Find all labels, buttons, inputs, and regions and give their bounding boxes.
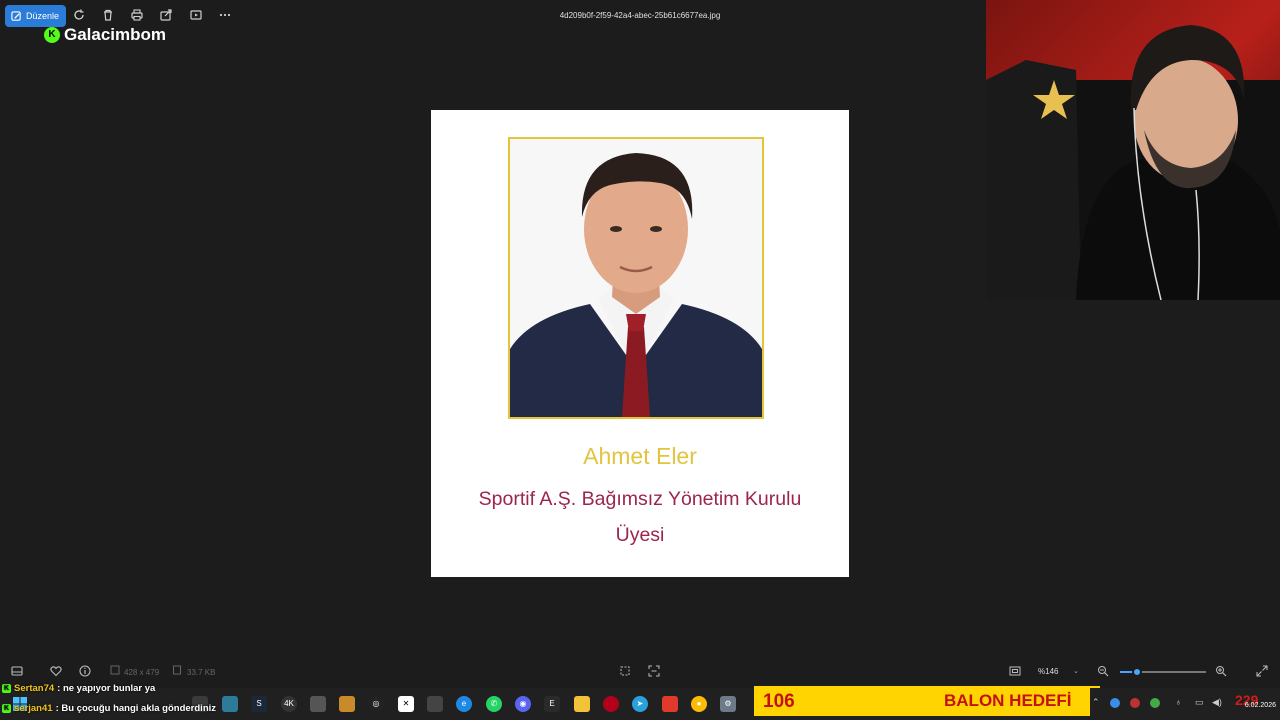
person-name: Ahmet Eler: [583, 443, 697, 469]
edit-button[interactable]: Düzenle: [5, 5, 67, 27]
tray-clock[interactable]: 6.02.2026: [1245, 693, 1276, 709]
zoom-level-value: %146: [1038, 667, 1059, 676]
zoom-slider-thumb[interactable]: [1132, 667, 1143, 677]
person-title: Sportif A.Ş. Bağımsız Yönetim Kurulu Üye…: [441, 481, 839, 553]
tray-time: [1245, 693, 1276, 702]
slideshow-icon[interactable]: [188, 8, 204, 24]
zoom-out-icon[interactable]: [1096, 665, 1110, 679]
edit-button-label: Düzenle: [26, 11, 60, 21]
system-tray: ⌃ ♁ ▭ ◀) 229 6.02.2026: [1090, 688, 1280, 720]
zoom-level-select[interactable]: %146 ⌄: [1033, 664, 1083, 680]
kick-badge-icon: K: [2, 684, 11, 693]
share-icon[interactable]: [158, 8, 174, 24]
person-title-line1: Sportif A.Ş. Bağımsız Yönetim Kurulu: [478, 488, 802, 510]
file-explorer-icon[interactable]: [574, 696, 590, 712]
zoom-in-icon[interactable]: [1214, 665, 1228, 679]
kick-logo-icon: K: [44, 27, 60, 43]
chevron-down-icon: ⌄: [1073, 668, 1079, 675]
capcut-icon[interactable]: ✕: [398, 696, 414, 712]
chrome-icon[interactable]: ●: [691, 696, 707, 712]
edit-icon: [11, 10, 21, 21]
taskbar-app-icon[interactable]: [310, 696, 326, 712]
kick-badge-icon: K: [2, 704, 11, 713]
more-icon[interactable]: [217, 8, 233, 24]
fit-to-window-icon[interactable]: [1008, 665, 1022, 679]
image-card: Ahmet Eler Sportif A.Ş. Bağımsız Yönetim…: [431, 110, 849, 577]
person-title-line2: Üyesi: [615, 524, 665, 546]
file-size: 33.7 KB: [187, 668, 216, 677]
volume-icon[interactable]: ◀): [1212, 697, 1222, 708]
delete-icon[interactable]: [100, 8, 116, 24]
chat-username: Sertan74: [14, 683, 55, 694]
filmstrip-icon[interactable]: [10, 665, 24, 679]
taskbar-app-icon[interactable]: [603, 696, 619, 712]
favorite-heart-icon[interactable]: [49, 665, 63, 679]
balloon-goal-banner: 106 BALON HEDEFİ: [754, 686, 1100, 716]
print-icon[interactable]: [129, 8, 145, 24]
crop-icon[interactable]: [618, 665, 632, 679]
dimensions-icon: [108, 665, 122, 679]
chat-username: serjan41: [14, 703, 53, 714]
whatsapp-icon[interactable]: ✆: [486, 696, 502, 712]
photos-icon[interactable]: [339, 696, 355, 712]
tray-date: 6.02.2026: [1244, 702, 1276, 709]
text-scan-icon[interactable]: [647, 665, 661, 679]
image-dimensions: 428 x 479: [124, 668, 160, 677]
discord-icon[interactable]: ◉: [515, 696, 531, 712]
rotate-icon[interactable]: [71, 8, 87, 24]
chat-text: : Bu çocuğu hangi akla gönderdiniz: [55, 703, 217, 714]
edge-icon[interactable]: e: [456, 696, 472, 712]
viewer-status-bar: 428 x 479 33.7 KB %146 ⌄: [0, 660, 1280, 684]
epic-games-icon[interactable]: E: [544, 696, 560, 712]
tray-app-icon[interactable]: [1130, 698, 1140, 708]
file-name: 4d209b0f-2f59-42a4-abec-25b61c6677ea.jpg: [559, 11, 721, 20]
channel-overlay: K Galacimbom: [44, 25, 166, 45]
chat-message: K serjan41 : Bu çocuğu hangi akla gönder…: [2, 703, 302, 714]
balloon-count: 106: [763, 691, 795, 712]
channel-name: Galacimbom: [64, 25, 167, 44]
telegram-icon[interactable]: ➤: [632, 696, 648, 712]
chatgpt-icon[interactable]: ◎: [368, 696, 384, 712]
fullscreen-icon[interactable]: [1255, 665, 1269, 679]
tray-expand-icon[interactable]: ⌃: [1092, 697, 1100, 708]
taskbar-app-icon[interactable]: [662, 696, 678, 712]
taskbar-app-icon[interactable]: [427, 696, 443, 712]
tray-app-icon[interactable]: [1110, 698, 1120, 708]
network-icon[interactable]: ▭: [1195, 697, 1204, 708]
info-icon[interactable]: [78, 665, 92, 679]
chat-text: : ne yapıyor bunlar ya: [57, 683, 156, 694]
chat-message: K Sertan74 : ne yapıyor bunlar ya: [2, 683, 302, 694]
microphone-icon[interactable]: ♁: [1175, 697, 1182, 707]
webcam-feed: [986, 0, 1280, 300]
balloon-goal-label: BALON HEDEFİ: [944, 691, 1072, 710]
file-size-icon: [170, 665, 184, 679]
zoom-slider[interactable]: [1120, 667, 1206, 677]
tray-app-icon[interactable]: [1150, 698, 1160, 708]
portrait-photo: [508, 137, 764, 419]
settings-gear-icon[interactable]: ⚙: [720, 696, 736, 712]
